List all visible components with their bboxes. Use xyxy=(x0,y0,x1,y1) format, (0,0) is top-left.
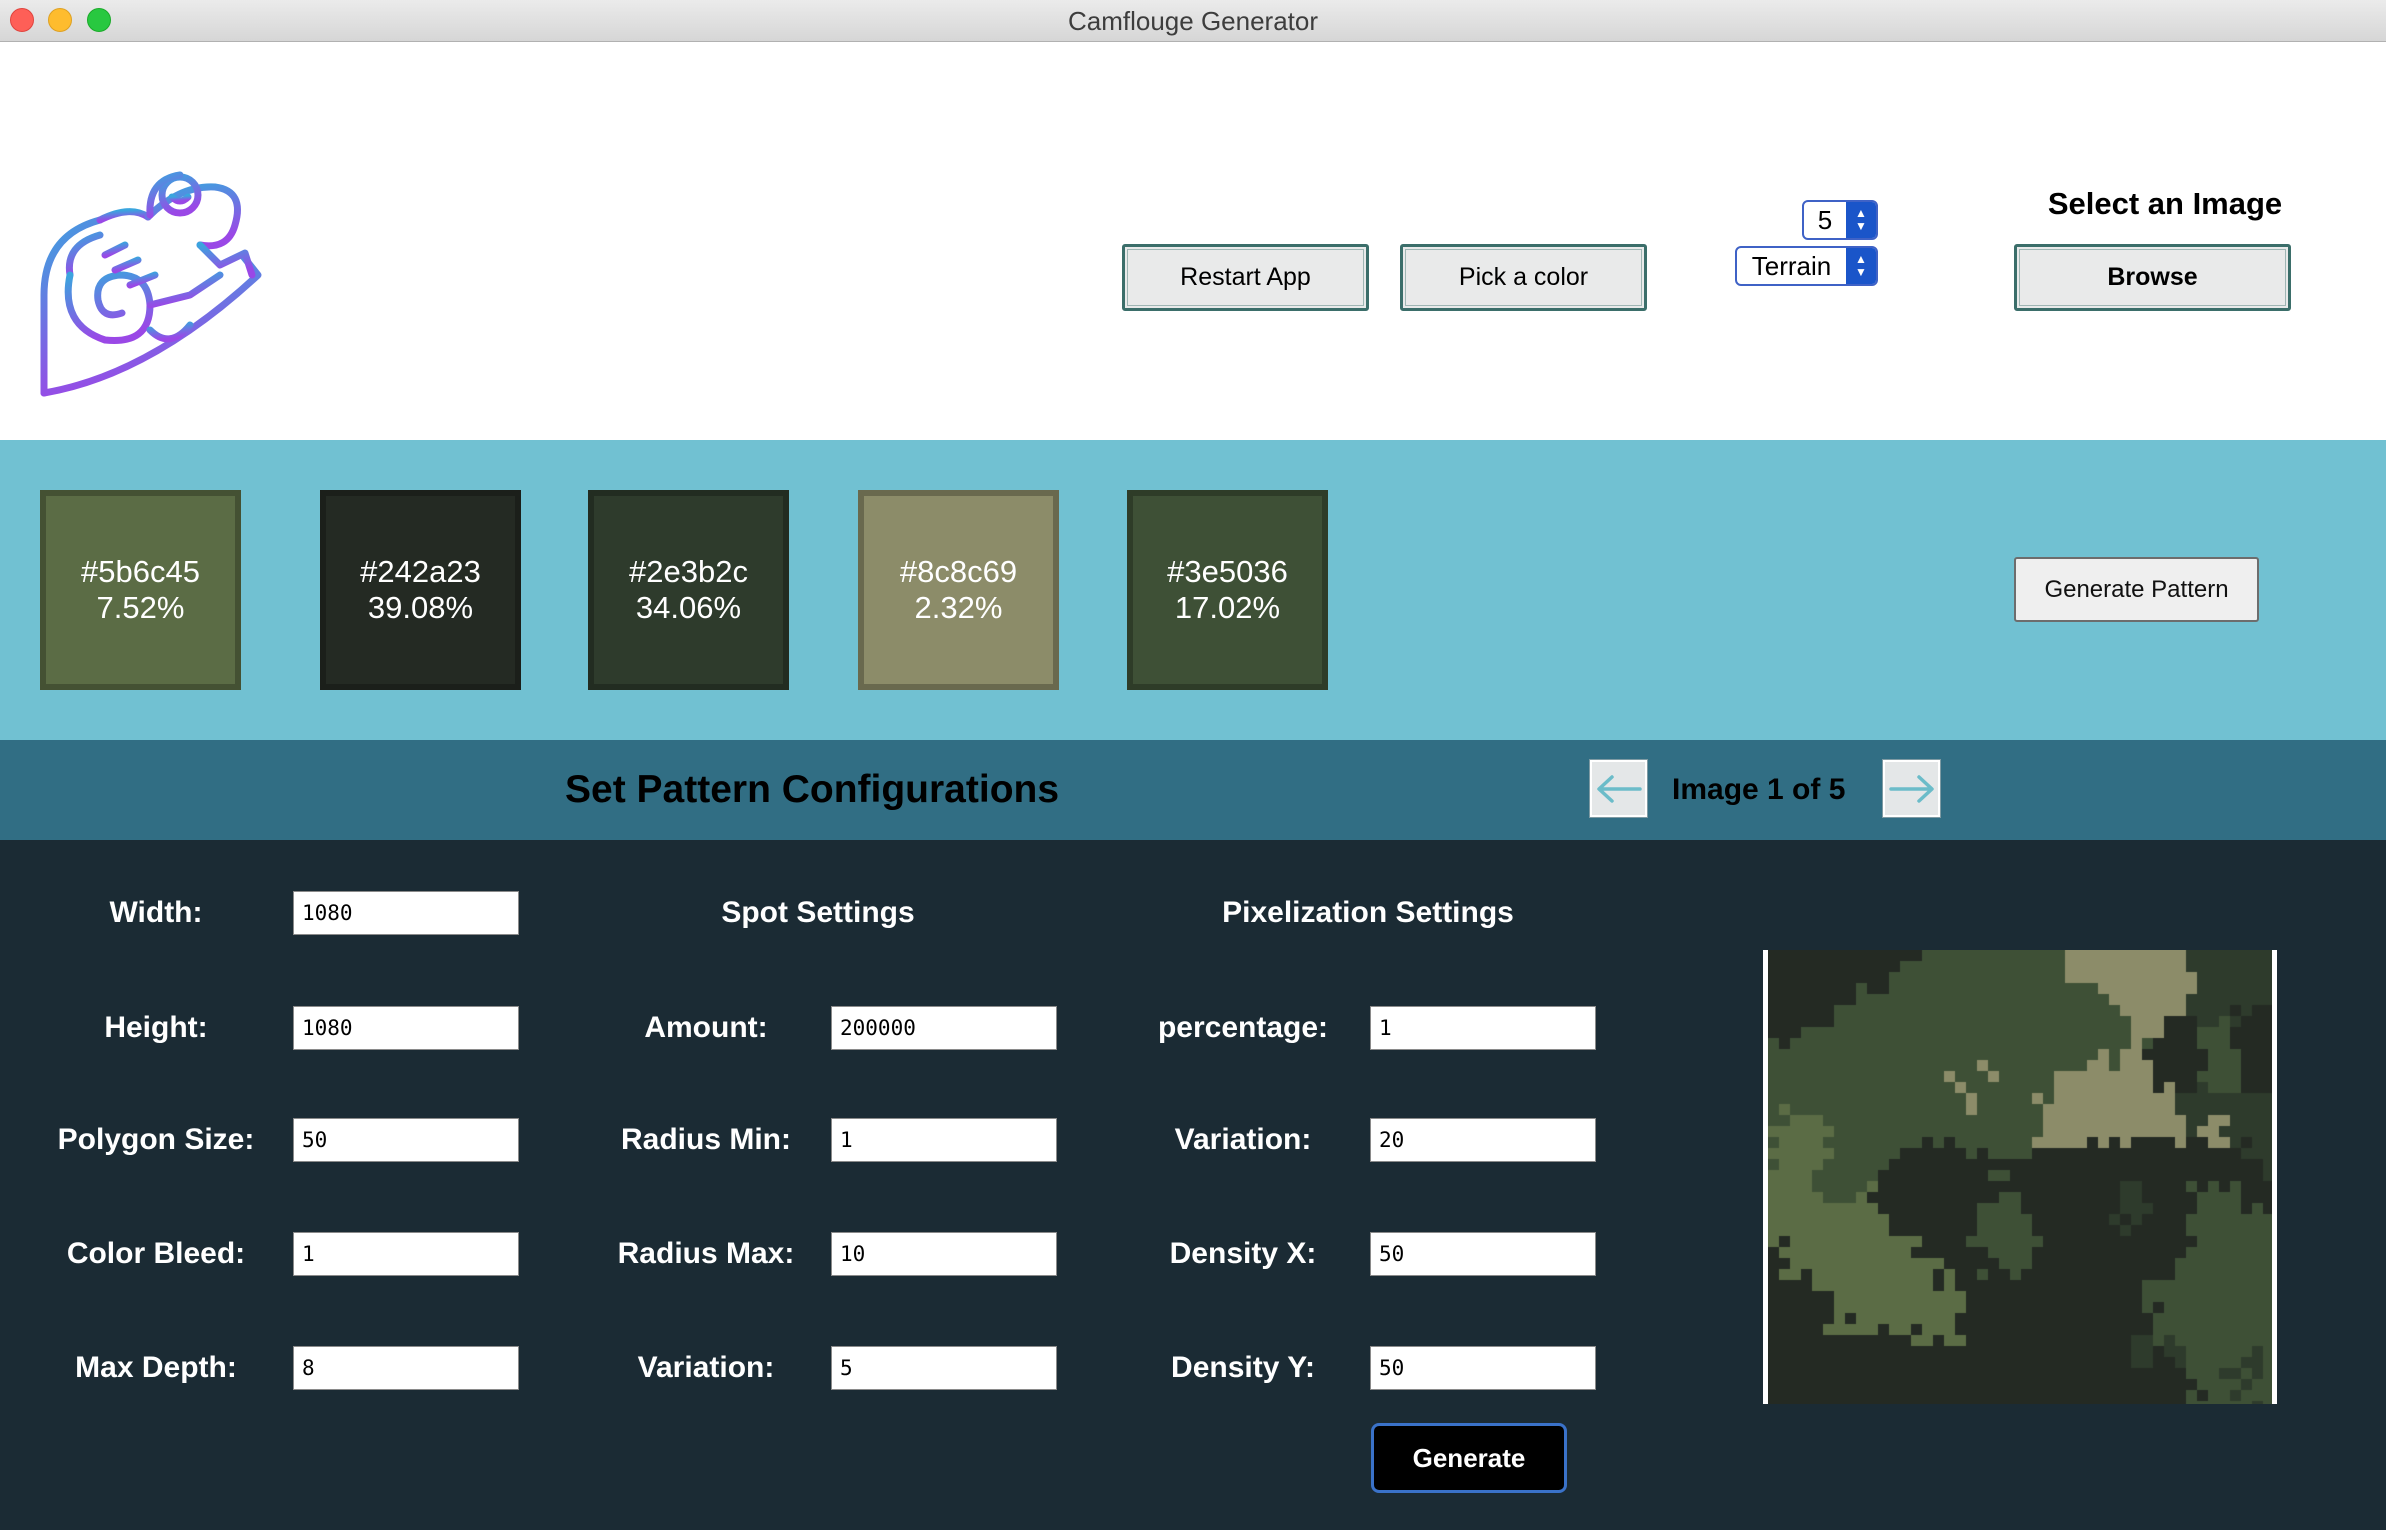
swatch-percentage-label: 7.52% xyxy=(96,590,185,625)
camouflage-pattern-canvas xyxy=(1768,950,2272,1404)
spot-variation-label: Variation: xyxy=(637,1351,775,1384)
swatch-hex-label: #5b6c45 xyxy=(81,554,200,589)
color-bleed-input[interactable] xyxy=(293,1232,519,1276)
pixelization-settings-heading: Pixelization Settings xyxy=(1222,896,1514,929)
restart-app-button[interactable]: Restart App xyxy=(1122,244,1369,311)
swatch-percentage-label: 17.02% xyxy=(1174,590,1281,625)
color-swatch[interactable]: #3e5036 17.02% xyxy=(1127,490,1328,690)
max-depth-input[interactable] xyxy=(293,1346,519,1390)
density-y-label: Density Y: xyxy=(1171,1351,1315,1384)
config-title: Set Pattern Configurations xyxy=(565,768,1060,811)
pixel-percentage-label: percentage: xyxy=(1157,1011,1329,1044)
chameleon-logo-icon xyxy=(40,171,262,397)
spot-settings-heading: Spot Settings xyxy=(721,896,915,929)
color-count-spinbox[interactable]: 5 ▲ ▼ xyxy=(1802,200,1878,240)
color-swatch[interactable]: #2e3b2c 34.06% xyxy=(588,490,789,690)
color-count-value: 5 xyxy=(1817,204,1833,235)
height-label: Height: xyxy=(104,1011,208,1044)
pixel-percentage-input[interactable] xyxy=(1370,1006,1596,1050)
spot-amount-label: Amount: xyxy=(644,1011,768,1044)
spot-variation-input[interactable] xyxy=(831,1346,1057,1390)
config-bar: Set Pattern Configurations Image 1 of 5 xyxy=(0,740,2386,840)
max-depth-label: Max Depth: xyxy=(75,1351,237,1384)
arrow-right-icon xyxy=(1888,774,1934,803)
radius-min-input[interactable] xyxy=(831,1118,1057,1162)
radius-max-input[interactable] xyxy=(831,1232,1057,1276)
swatch-percentage-label: 2.32% xyxy=(914,590,1003,625)
browse-button[interactable]: Browse xyxy=(2014,244,2291,311)
swatch-percentage-label: 34.06% xyxy=(635,590,742,625)
generate-pattern-button[interactable]: Generate Pattern xyxy=(2014,557,2259,622)
generate-button[interactable]: Generate xyxy=(1371,1423,1567,1493)
image-counter: Image 1 of 5 xyxy=(1672,773,1846,806)
density-x-label: Density X: xyxy=(1169,1237,1317,1270)
color-swatch[interactable]: #8c8c69 2.32% xyxy=(858,490,1059,690)
previous-image-button[interactable] xyxy=(1590,760,1647,817)
color-bleed-label: Color Bleed: xyxy=(66,1237,246,1270)
mode-select[interactable]: Terrain ▲ ▼ xyxy=(1735,246,1878,286)
radius-max-label: Radius Max: xyxy=(617,1237,795,1270)
color-palette-row: #5b6c45 7.52% #242a23 39.08% #2e3b2c 34.06% #8… xyxy=(0,440,2386,740)
next-image-button[interactable] xyxy=(1883,760,1940,817)
window-titlebar: Camflouge Generator xyxy=(0,0,2386,42)
spinner-arrows-icon[interactable]: ▲ ▼ xyxy=(1846,202,1876,238)
mode-select-value: Terrain xyxy=(1751,250,1832,281)
pixel-variation-input[interactable] xyxy=(1370,1118,1596,1162)
arrow-left-icon xyxy=(1596,774,1642,803)
pixel-variation-label: Variation: xyxy=(1174,1123,1312,1156)
color-swatch[interactable]: #5b6c45 7.52% xyxy=(40,490,241,690)
polygon-size-input[interactable] xyxy=(293,1118,519,1162)
swatch-hex-label: #8c8c69 xyxy=(899,554,1018,589)
select-image-label: Select an Image xyxy=(2047,186,2283,221)
density-x-input[interactable] xyxy=(1370,1232,1596,1276)
select-arrows-icon: ▲ ▼ xyxy=(1846,248,1876,284)
camouflage-preview-image xyxy=(1763,950,2277,1404)
color-swatch[interactable]: #242a23 39.08% xyxy=(320,490,521,690)
pick-color-button[interactable]: Pick a color xyxy=(1400,244,1647,311)
width-label: Width: xyxy=(109,896,203,929)
width-input[interactable] xyxy=(293,891,519,935)
swatch-percentage-label: 39.08% xyxy=(367,590,474,625)
height-input[interactable] xyxy=(293,1006,519,1050)
polygon-size-label: Polygon Size: xyxy=(57,1123,255,1156)
spot-amount-input[interactable] xyxy=(831,1006,1057,1050)
header: Restart App Pick a color 5 ▲ ▼ Terrain ▲ ▼… xyxy=(0,42,2386,440)
swatch-hex-label: #3e5036 xyxy=(1167,554,1288,589)
config-form: Width: Height: Polygon Size: Color Bleed… xyxy=(0,840,2386,1530)
radius-min-label: Radius Min: xyxy=(621,1123,791,1156)
swatch-hex-label: #2e3b2c xyxy=(629,554,748,589)
swatch-hex-label: #242a23 xyxy=(360,554,481,589)
window-title: Camflouge Generator xyxy=(1067,6,1319,36)
density-y-input[interactable] xyxy=(1370,1346,1596,1390)
